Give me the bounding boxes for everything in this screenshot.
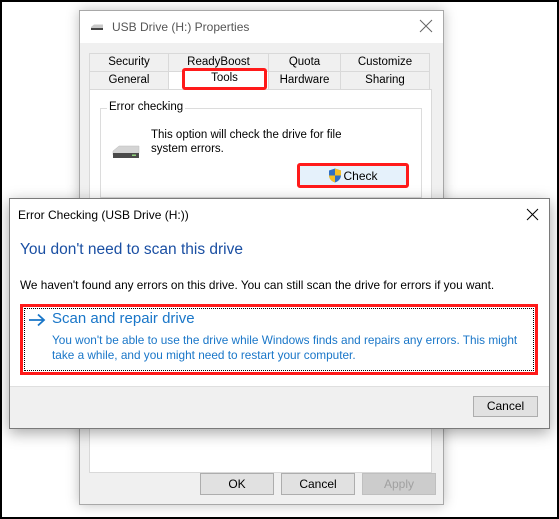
tab-security[interactable]: Security — [89, 53, 169, 71]
properties-cancel-button[interactable]: Cancel — [281, 473, 355, 495]
option-description: You won't be able to use the drive while… — [52, 333, 518, 362]
tab-tools[interactable]: Tools — [182, 68, 267, 90]
uac-shield-icon — [329, 168, 342, 183]
tab-customize[interactable]: Customize — [340, 53, 430, 71]
arrow-right-icon — [29, 313, 46, 327]
error-checking-group: Error checking This option will check th… — [100, 101, 422, 198]
tab-quota[interactable]: Quota — [268, 53, 341, 71]
dialog-title: Error Checking (USB Drive (H:)) — [18, 208, 189, 222]
check-button-label: Check — [343, 168, 378, 183]
dialog-heading: You don't need to scan this drive — [20, 241, 243, 258]
dialog-message: We haven't found any errors on this driv… — [20, 278, 495, 292]
properties-title: USB Drive (H:) Properties — [112, 20, 250, 34]
ok-button[interactable]: OK — [200, 473, 274, 495]
dialog-titlebar: Error Checking (USB Drive (H:)) — [10, 199, 549, 231]
apply-button[interactable]: Apply — [362, 473, 436, 495]
tab-sharing[interactable]: Sharing — [340, 71, 430, 89]
error-checking-label: Error checking — [107, 101, 186, 113]
tab-hardware[interactable]: Hardware — [268, 71, 341, 89]
dialog-cancel-button[interactable]: Cancel — [473, 396, 538, 417]
close-icon[interactable] — [526, 208, 539, 221]
check-button[interactable]: Check — [297, 163, 409, 188]
usb-drive-icon — [91, 24, 103, 30]
tab-general[interactable]: General — [89, 71, 169, 89]
dialog-footer: Cancel — [10, 386, 549, 428]
error-checking-description: This option will check the drive for fil… — [151, 129, 342, 155]
properties-titlebar: USB Drive (H:) Properties — [80, 11, 443, 43]
option-title: Scan and repair drive — [52, 310, 195, 327]
error-checking-dialog: Error Checking (USB Drive (H:)) You don'… — [9, 198, 550, 429]
properties-footer: OK Cancel Apply — [80, 464, 443, 504]
tab-strip: Security ReadyBoost Quota Customize Gene… — [89, 53, 432, 90]
drive-icon — [112, 145, 140, 158]
tab-row-2: General Hardware Sharing Tools — [89, 68, 432, 90]
scan-and-repair-option[interactable]: Scan and repair drive You won't be able … — [20, 304, 538, 375]
close-icon[interactable] — [419, 19, 433, 33]
